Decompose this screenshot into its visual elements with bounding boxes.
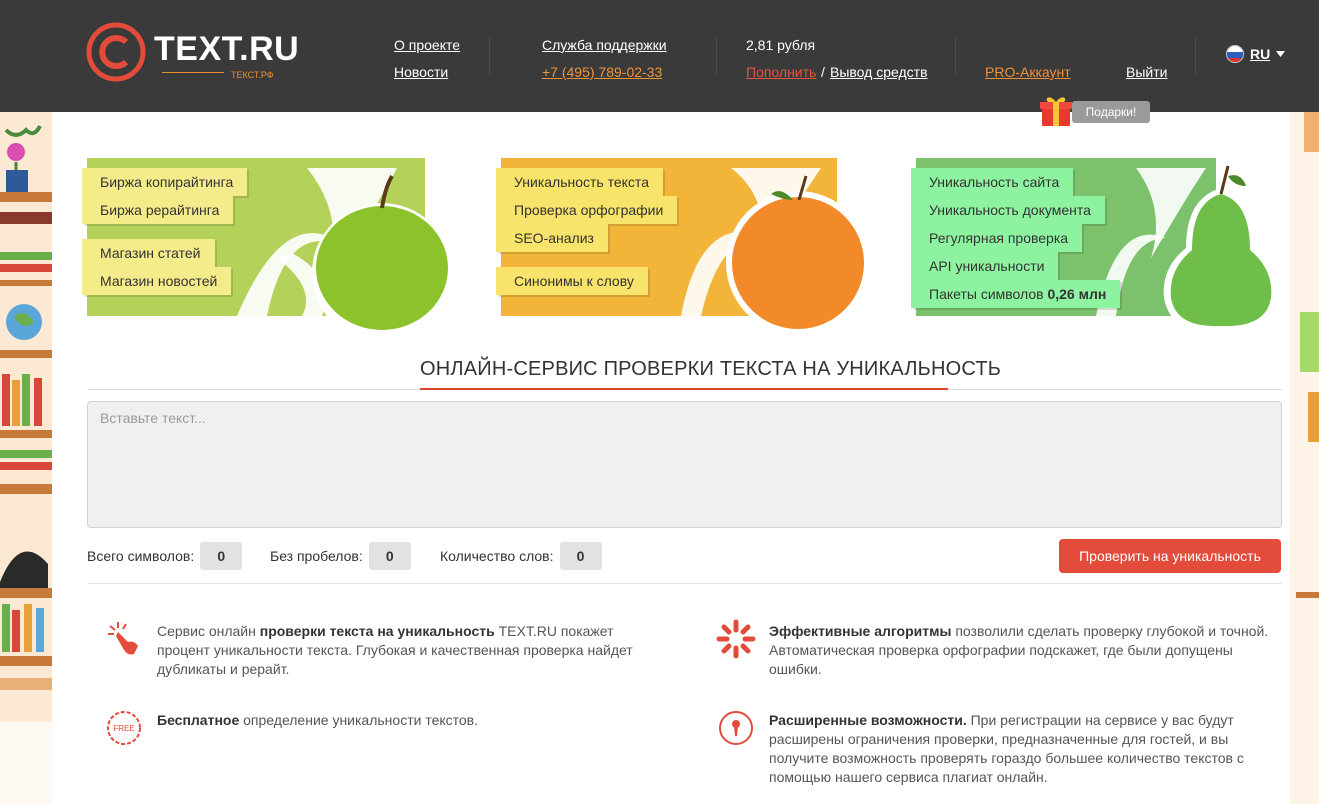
text-input[interactable] — [87, 401, 1282, 528]
banner-link-spellcheck[interactable]: Проверка орфографии — [496, 196, 678, 224]
banner-link-site-uniqueness[interactable]: Уникальность сайта — [911, 168, 1074, 196]
logo-line — [162, 72, 224, 73]
logout-link[interactable]: Выйти — [1126, 64, 1167, 80]
header-separator — [489, 36, 490, 76]
banner-uniqueness: Уникальность текста Проверка орфографии … — [496, 158, 881, 333]
click-hand-icon — [108, 622, 138, 655]
chevron-down-icon — [1276, 51, 1286, 57]
free-badge-text: FREE — [113, 724, 134, 733]
algorithm-burst-icon — [716, 619, 756, 659]
total-chars-counter: Всего символов: 0 — [87, 542, 243, 570]
section-divider — [88, 583, 1282, 584]
feature-service-bold: проверки текста на уникальность — [259, 623, 495, 639]
keyhole-icon — [719, 711, 753, 745]
banner-link-copywriting[interactable]: Биржа копирайтинга — [82, 168, 248, 196]
bookshelf-decoration — [0, 112, 52, 804]
total-chars-value: 0 — [200, 542, 243, 570]
banner-link-article-shop[interactable]: Магазин статей — [82, 239, 215, 267]
pro-account-link[interactable]: PRO-Аккаунт — [985, 64, 1071, 80]
page-title: ОНЛАЙН-СЕРВИС ПРОВЕРКИ ТЕКСТА НА УНИКАЛЬ… — [420, 358, 1002, 380]
feature-free: Бесплатное определение уникальности текс… — [157, 711, 647, 730]
banner-link-synonyms[interactable]: Синонимы к слову — [496, 267, 648, 295]
nav-news-link[interactable]: Новости — [394, 64, 448, 80]
feature-extended: Расширенные возможности. При регистрации… — [769, 711, 1264, 787]
no-spaces-counter: Без пробелов: 0 — [270, 542, 411, 570]
feature-extended-bold: Расширенные возможности. — [769, 712, 967, 728]
banner-link-packets[interactable]: Пакеты символов 0,26 млн — [911, 280, 1121, 308]
header-separator — [1195, 36, 1196, 76]
feature-free-post: определение уникальности текстов. — [239, 712, 479, 728]
banner-link-seo[interactable]: SEO-анализ — [496, 224, 608, 252]
copyright-logo-icon — [86, 22, 146, 82]
no-spaces-value: 0 — [368, 542, 411, 570]
feature-service: Сервис онлайн проверки текста на уникаль… — [157, 622, 647, 679]
logo[interactable]: TEXT.RU ТЕКСТ.РФ — [86, 22, 299, 84]
russia-flag-icon — [1226, 45, 1244, 63]
free-badge-icon: FREE — [107, 711, 141, 745]
words-label: Количество слов: — [440, 548, 554, 564]
packets-label: Пакеты символов — [929, 286, 1044, 302]
logo-sub: ТЕКСТ.РФ — [231, 70, 274, 80]
language-selector[interactable]: RU — [1226, 45, 1286, 63]
balance-text: 2,81 рубля — [746, 37, 816, 53]
header-separator — [955, 36, 956, 76]
topup-link[interactable]: Пополнить — [746, 64, 816, 80]
feature-free-bold: Бесплатное — [157, 712, 240, 728]
banner-site-uniqueness: Уникальность сайта Уникальность документ… — [911, 158, 1286, 333]
feature-algorithms: Эффективные алгоритмы позволили сделать … — [769, 622, 1289, 679]
check-uniqueness-button[interactable]: Проверить на уникальность — [1059, 539, 1281, 573]
balance-separator: / — [821, 64, 825, 80]
banner-copywriting: Биржа копирайтинга Биржа рерайтинга Мага… — [82, 158, 467, 333]
gifts-label: Подарки! — [1072, 101, 1150, 123]
language-label: RU — [1250, 46, 1271, 62]
words-counter: Количество слов: 0 — [440, 542, 602, 570]
banner-link-api[interactable]: API уникальности — [911, 252, 1059, 280]
banner-link-regular-check[interactable]: Регулярная проверка — [911, 224, 1083, 252]
packets-value: 0,26 млн — [1047, 286, 1107, 302]
withdraw-link[interactable]: Вывод средств — [830, 64, 928, 80]
feature-algorithms-bold: Эффективные алгоритмы — [769, 623, 952, 639]
no-spaces-label: Без пробелов: — [270, 548, 363, 564]
total-chars-label: Всего символов: — [87, 548, 195, 564]
gifts-button[interactable]: Подарки! — [1040, 88, 1150, 128]
support-phone-link[interactable]: +7 (495) 789-02-33 — [542, 64, 662, 80]
banner-link-text-uniqueness[interactable]: Уникальность текста — [496, 168, 663, 196]
nav-about-link[interactable]: О проекте — [394, 37, 460, 53]
banner-link-document-uniqueness[interactable]: Уникальность документа — [911, 196, 1105, 224]
title-underline — [420, 388, 948, 390]
logo-text: TEXT.RU — [154, 30, 300, 68]
header-separator — [716, 36, 717, 76]
banner-link-rewriting[interactable]: Биржа рерайтинга — [82, 196, 234, 224]
support-link[interactable]: Служба поддержки — [542, 37, 667, 53]
banner-link-news-shop[interactable]: Магазин новостей — [82, 267, 232, 295]
gift-icon — [1040, 97, 1072, 126]
feature-service-pre: Сервис онлайн — [157, 623, 260, 639]
words-value: 0 — [559, 542, 602, 570]
right-shelf-decoration — [1290, 112, 1319, 804]
